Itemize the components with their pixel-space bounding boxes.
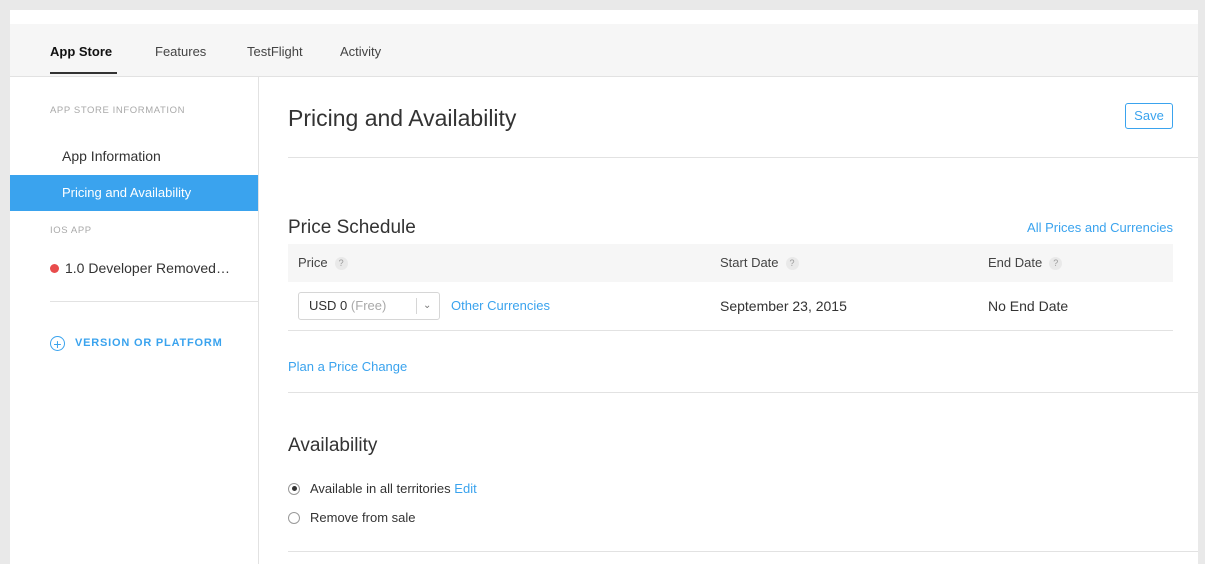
sidebar-section-heading-ios-app: iOS APP <box>50 225 92 236</box>
availability-option-all-territories: Available in all territories Edit <box>288 481 477 496</box>
main-content: Pricing and Availability Save Price Sche… <box>288 77 1198 564</box>
edit-territories-link[interactable]: Edit <box>454 481 476 496</box>
tab-activity[interactable]: Activity <box>340 44 381 59</box>
page-title: Pricing and Availability <box>288 105 517 131</box>
end-date-value: No End Date <box>988 298 1069 314</box>
price-tier-select[interactable]: USD 0 (Free) ⌄ <box>298 292 440 320</box>
price-currency-value: USD 0 <box>309 298 348 313</box>
start-date-value: September 23, 2015 <box>720 298 847 314</box>
status-dot-icon <box>50 264 59 273</box>
availability-option-remove-from-sale: Remove from sale <box>288 510 415 525</box>
help-icon[interactable]: ? <box>1049 257 1063 270</box>
sidebar-item-pricing-and-availability[interactable]: Pricing and Availability <box>10 175 258 211</box>
active-tab-indicator <box>50 72 117 74</box>
sidebar: APP STORE INFORMATION App Information Pr… <box>10 77 259 564</box>
all-prices-and-currencies-link[interactable]: All Prices and Currencies <box>1027 220 1173 235</box>
column-header-price: Price? <box>298 244 348 282</box>
other-currencies-link[interactable]: Other Currencies <box>451 282 550 330</box>
availability-title: Availability <box>288 435 378 456</box>
chevron-down-icon: ⌄ <box>423 300 432 311</box>
select-separator <box>416 298 417 314</box>
column-header-end-date: End Date? <box>988 244 1063 282</box>
plan-price-change-link[interactable]: Plan a Price Change <box>288 359 407 374</box>
table-row: USD 0 (Free) ⌄ Other Currencies Septembe… <box>288 282 1173 331</box>
tab-app-store[interactable]: App Store <box>50 44 112 59</box>
add-version-or-platform-button[interactable]: + VERSION OR PLATFORM <box>50 333 223 353</box>
sidebar-item-app-information[interactable]: App Information <box>10 138 258 174</box>
help-icon[interactable]: ? <box>785 257 799 270</box>
add-version-label: VERSION OR PLATFORM <box>75 337 223 349</box>
plus-circle-icon: + <box>50 335 65 351</box>
sidebar-section-heading-app-store: APP STORE INFORMATION <box>50 105 186 116</box>
save-button[interactable]: Save <box>1125 103 1173 129</box>
radio-available-all-territories[interactable] <box>288 482 300 495</box>
remove-from-sale-label: Remove from sale <box>310 510 416 525</box>
price-tier-note: (Free) <box>350 298 387 313</box>
app-window: App Store Features TestFlight Activity A… <box>10 10 1198 564</box>
sidebar-divider <box>50 301 258 302</box>
title-divider <box>288 157 1198 158</box>
available-all-territories-label: Available in all territories <box>310 481 451 496</box>
sidebar-item-version[interactable]: 1.0 Developer Removed… <box>50 253 258 283</box>
tab-features[interactable]: Features <box>155 44 206 59</box>
tab-testflight[interactable]: TestFlight <box>247 44 303 59</box>
version-label: 1.0 Developer Removed… <box>65 260 230 276</box>
radio-remove-from-sale[interactable] <box>288 511 300 524</box>
help-icon[interactable]: ? <box>334 257 348 270</box>
column-header-start-date: Start Date? <box>720 244 799 282</box>
top-nav: App Store Features TestFlight Activity <box>10 24 1198 77</box>
section-divider <box>288 392 1198 393</box>
bottom-divider <box>288 551 1198 552</box>
price-schedule-title: Price Schedule <box>288 217 416 238</box>
price-table-header: Price? Start Date? End Date? <box>288 244 1173 282</box>
